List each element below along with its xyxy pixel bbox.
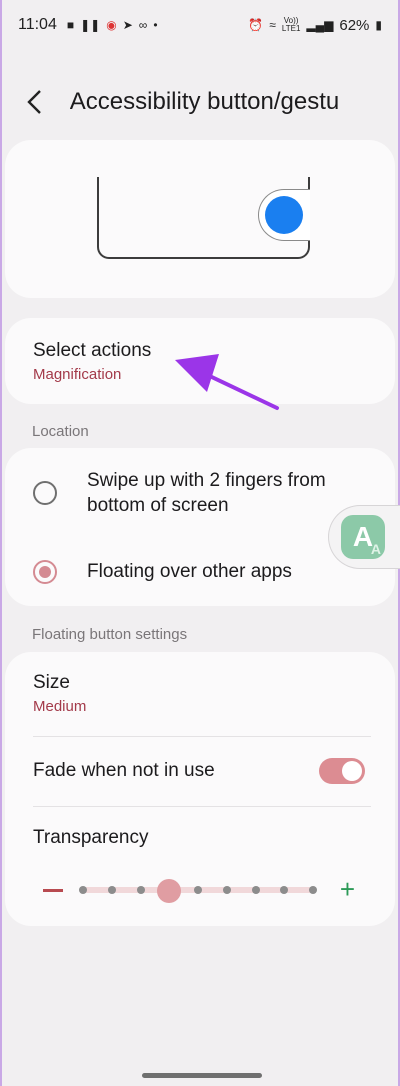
floating-accessibility-button[interactable]: AA	[328, 505, 400, 569]
select-actions-title: Select actions	[33, 340, 152, 361]
location-option-swipe[interactable]: Swipe up with 2 fingers from bottom of s…	[5, 468, 395, 518]
phone-preview-illustration	[97, 177, 310, 259]
location-option-floating[interactable]: Floating over other apps	[5, 559, 395, 584]
wifi-icon: ≈	[269, 18, 276, 32]
alarm-icon: ⏰	[248, 18, 264, 32]
location-option-label: Floating over other apps	[87, 561, 292, 582]
size-row[interactable]: Size Medium	[33, 672, 86, 715]
pause-icon: ❚❚	[80, 18, 101, 32]
slider-tick	[194, 886, 202, 894]
location-section-label: Location	[32, 423, 89, 440]
status-bar: 11:04 ■ ❚❚ ◉ ➤ ∞ • ⏰ ≈ Vo)) LTE1 ▂▄▆ 62% …	[2, 0, 398, 50]
minus-icon[interactable]	[43, 888, 63, 892]
home-indicator[interactable]	[142, 1073, 262, 1078]
transparency-slider[interactable]: +	[33, 876, 367, 903]
page-title: Accessibility button/gestu	[69, 88, 340, 115]
telegram-icon: ➤	[122, 18, 133, 32]
slider-tick	[136, 886, 145, 894]
back-arrow-icon	[27, 90, 41, 114]
preview-card	[5, 140, 395, 298]
plus-icon[interactable]: +	[340, 876, 355, 902]
radio-swipe[interactable]	[33, 481, 57, 505]
more-dot-icon: •	[153, 18, 158, 32]
volte-icon: Vo)) LTE1	[281, 16, 301, 33]
infinity-icon: ∞	[138, 18, 148, 32]
accessibility-app-icon: AA	[341, 515, 385, 559]
floating-dot-icon	[265, 196, 303, 234]
location-option-label: Swipe up with 2 fingers from bottom of s…	[87, 470, 326, 516]
select-actions-value: Magnification	[33, 366, 122, 383]
back-button[interactable]	[26, 82, 66, 122]
slider-tick	[79, 886, 87, 894]
floating-button-preview	[258, 189, 310, 241]
record-icon: ◉	[106, 18, 117, 32]
radio-floating[interactable]	[33, 559, 57, 584]
transparency-title: Transparency	[33, 827, 149, 848]
app-header: Accessibility button/gestu	[2, 80, 398, 124]
size-title: Size	[33, 672, 70, 693]
slider-track[interactable]	[79, 879, 317, 903]
slider-tick	[280, 886, 289, 894]
message-icon: ■	[66, 18, 75, 32]
floating-settings-card: Size Medium Fade when not in use Transpa…	[5, 652, 395, 926]
floating-settings-section-label: Floating button settings	[32, 626, 188, 643]
battery-icon: ▮	[375, 18, 382, 32]
divider	[33, 736, 371, 737]
divider	[33, 806, 371, 807]
fade-title: Fade when not in use	[33, 760, 215, 781]
annotation-arrow-icon	[175, 354, 279, 410]
slider-tick	[222, 886, 231, 894]
fade-toggle[interactable]	[319, 758, 365, 784]
toggle-knob	[342, 761, 362, 781]
slider-tick	[309, 886, 317, 894]
size-value: Medium	[33, 698, 87, 715]
status-time: 11:04	[18, 16, 57, 33]
signal-icon: ▂▄▆	[306, 18, 334, 32]
slider-tick	[251, 886, 260, 894]
slider-tick	[107, 886, 116, 894]
battery-text: 62%	[339, 16, 370, 34]
slider-thumb[interactable]	[157, 879, 182, 903]
